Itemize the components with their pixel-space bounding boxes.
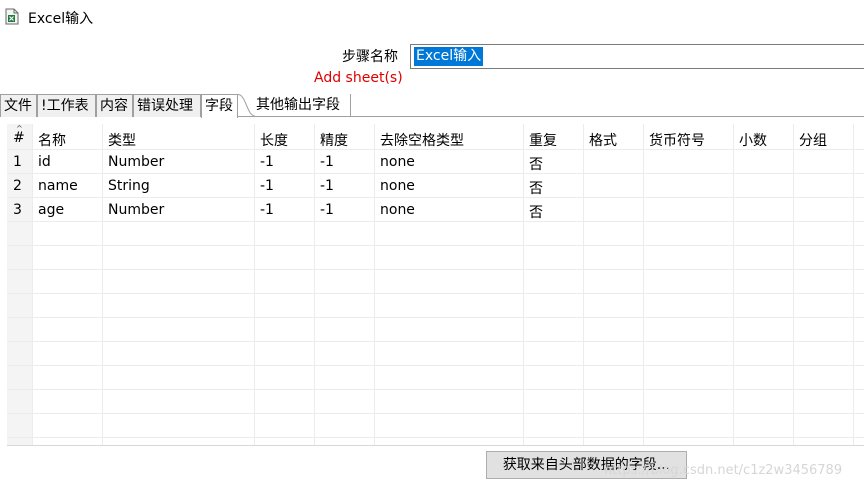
cell-precision[interactable]: -1 [320, 202, 334, 218]
row-number: 3 [13, 202, 22, 218]
col-header-repeat[interactable]: 重复 [529, 130, 557, 150]
add-sheet-warning: Add sheet(s) [314, 70, 403, 86]
window-title: Excel输入 [28, 11, 94, 27]
cell-length[interactable]: -1 [260, 202, 274, 218]
tab-content[interactable]: 内容 [96, 94, 133, 117]
cell-name[interactable]: id [38, 154, 51, 170]
tab-separator [350, 94, 351, 116]
cell-type[interactable]: Number [108, 154, 164, 170]
col-header-grouping[interactable]: 分组 [799, 130, 827, 150]
tab-bar: 文件 !工作表 内容 错误处理 字段 其他输出字段 [0, 94, 864, 118]
step-name-value: Excel输入 [414, 47, 484, 66]
col-header-type[interactable]: 类型 [108, 130, 136, 150]
tab-sheets[interactable]: !工作表 [37, 94, 96, 117]
cell-repeat[interactable]: 否 [529, 202, 543, 222]
cell-name[interactable]: name [38, 178, 78, 194]
step-name-label: 步骤名称 [342, 49, 398, 65]
col-header-precision[interactable]: 精度 [320, 130, 348, 150]
cell-length[interactable]: -1 [260, 178, 274, 194]
excel-input-icon [5, 8, 19, 25]
col-header-number[interactable]: # [13, 130, 25, 146]
cell-name[interactable]: age [38, 202, 64, 218]
cell-repeat[interactable]: 否 [529, 178, 543, 198]
col-header-name[interactable]: 名称 [38, 130, 66, 150]
tab-fields-slant [238, 94, 256, 117]
cell-precision[interactable]: -1 [320, 178, 334, 194]
watermark-text: https://blog.csdn.net/c1z2w3456789 [604, 463, 843, 478]
tab-file[interactable]: 文件 [0, 94, 37, 117]
cell-type[interactable]: String [108, 178, 150, 194]
fields-table[interactable]: ^ # 名称 类型 长度 精度 去除空格类型 重复 格式 货币符号 小数 分组 … [7, 124, 864, 446]
col-header-trim-type[interactable]: 去除空格类型 [380, 130, 464, 150]
cell-precision[interactable]: -1 [320, 154, 334, 170]
tab-error-handling[interactable]: 错误处理 [133, 94, 201, 117]
cell-type[interactable]: Number [108, 202, 164, 218]
cell-length[interactable]: -1 [260, 154, 274, 170]
row-number: 1 [13, 154, 22, 170]
col-header-length[interactable]: 长度 [260, 130, 288, 150]
col-header-currency[interactable]: 货币符号 [649, 130, 705, 150]
tab-other-output-fields[interactable]: 其他输出字段 [256, 94, 340, 117]
cell-repeat[interactable]: 否 [529, 154, 543, 174]
col-header-format[interactable]: 格式 [589, 130, 617, 150]
cell-trim-type[interactable]: none [380, 154, 415, 170]
step-name-input[interactable]: Excel输入 [410, 44, 864, 69]
cell-trim-type[interactable]: none [380, 202, 415, 218]
col-header-decimal[interactable]: 小数 [739, 130, 767, 150]
tab-fields[interactable]: 字段 [201, 94, 238, 118]
row-number: 2 [13, 178, 22, 194]
title-bar: Excel输入 [0, 0, 864, 34]
cell-trim-type[interactable]: none [380, 178, 415, 194]
